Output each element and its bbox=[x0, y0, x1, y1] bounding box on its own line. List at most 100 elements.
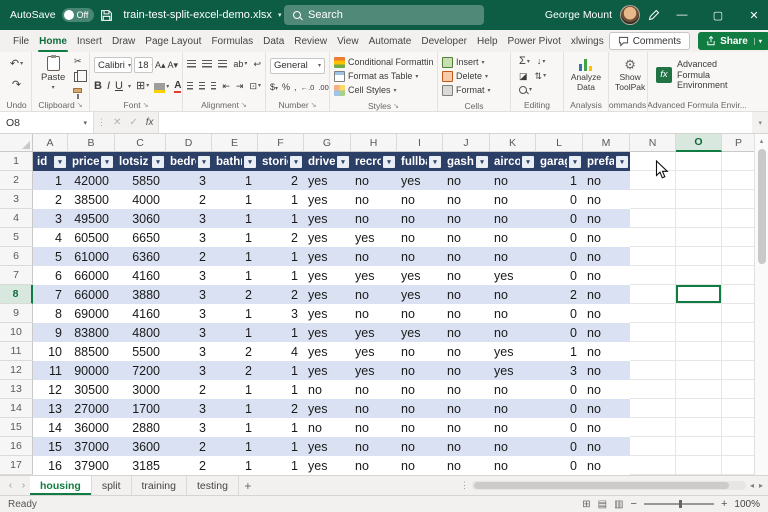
cell-M8[interactable]: no bbox=[583, 285, 630, 304]
cell-I2[interactable]: yes bbox=[397, 171, 443, 190]
cell-K8[interactable]: no bbox=[490, 285, 536, 304]
cell-J15[interactable]: no bbox=[443, 418, 490, 437]
cell-A13[interactable]: 12 bbox=[33, 380, 68, 399]
cell-H7[interactable]: yes bbox=[351, 266, 397, 285]
cell-J2[interactable]: no bbox=[443, 171, 490, 190]
cell-J5[interactable]: no bbox=[443, 228, 490, 247]
cell-F2[interactable]: 2 bbox=[258, 171, 304, 190]
wrap-text-icon[interactable]: ↩ bbox=[253, 60, 261, 69]
cell-I3[interactable]: no bbox=[397, 190, 443, 209]
cell-K2[interactable]: no bbox=[490, 171, 536, 190]
column-header-B[interactable]: B bbox=[68, 134, 115, 152]
cell-B7[interactable]: 66000 bbox=[68, 266, 115, 285]
increase-font-icon[interactable]: A▴ bbox=[155, 61, 166, 70]
ribbon-tab-view[interactable]: View bbox=[332, 30, 364, 52]
cell-F13[interactable]: 1 bbox=[258, 380, 304, 399]
cell-B16[interactable]: 37000 bbox=[68, 437, 115, 456]
cell-A15[interactable]: 14 bbox=[33, 418, 68, 437]
cell-M3[interactable]: no bbox=[583, 190, 630, 209]
cell-B3[interactable]: 38500 bbox=[68, 190, 115, 209]
cell-E14[interactable]: 1 bbox=[212, 399, 258, 418]
cell-B1[interactable]: price▾ bbox=[68, 152, 115, 171]
row-header-3[interactable]: 3 bbox=[0, 190, 33, 209]
cell-D15[interactable]: 3 bbox=[166, 418, 212, 437]
cell-B13[interactable]: 30500 bbox=[68, 380, 115, 399]
cell-J6[interactable]: no bbox=[443, 247, 490, 266]
merge-center-button[interactable]: ⊡▾ bbox=[249, 82, 261, 91]
cell-B12[interactable]: 90000 bbox=[68, 361, 115, 380]
insert-cells-button[interactable]: Insert▾ bbox=[442, 55, 506, 69]
cell-B10[interactable]: 83800 bbox=[68, 323, 115, 342]
filter-button-gashw[interactable]: ▾ bbox=[476, 156, 488, 168]
top-align-icon[interactable] bbox=[187, 60, 196, 68]
cell-M14[interactable]: no bbox=[583, 399, 630, 418]
ribbon-tab-file[interactable]: File bbox=[8, 30, 34, 52]
cell-P12[interactable] bbox=[722, 361, 754, 380]
cell-H3[interactable]: no bbox=[351, 190, 397, 209]
cell-O13[interactable] bbox=[676, 380, 722, 399]
filter-button-price[interactable]: ▾ bbox=[101, 156, 113, 168]
filter-button-bathr[interactable]: ▾ bbox=[244, 156, 256, 168]
title-chevron-icon[interactable]: ▾ bbox=[278, 11, 282, 19]
cell-F9[interactable]: 3 bbox=[258, 304, 304, 323]
cell-I5[interactable]: no bbox=[397, 228, 443, 247]
format-as-table-button[interactable]: Format as Table▾ bbox=[334, 69, 433, 83]
scroll-right-icon[interactable]: ▸ bbox=[758, 481, 764, 490]
cell-N8[interactable] bbox=[630, 285, 676, 304]
cell-E9[interactable]: 1 bbox=[212, 304, 258, 323]
cell-A6[interactable]: 5 bbox=[33, 247, 68, 266]
pencil-icon[interactable] bbox=[648, 9, 660, 21]
column-header-P[interactable]: P bbox=[722, 134, 754, 152]
cell-M6[interactable]: no bbox=[583, 247, 630, 266]
cell-N4[interactable] bbox=[630, 209, 676, 228]
cell-H1[interactable]: recro▾ bbox=[351, 152, 397, 171]
save-button[interactable] bbox=[100, 9, 113, 22]
cell-L16[interactable]: 0 bbox=[536, 437, 583, 456]
cell-J13[interactable]: no bbox=[443, 380, 490, 399]
cell-O15[interactable] bbox=[676, 418, 722, 437]
cell-A9[interactable]: 8 bbox=[33, 304, 68, 323]
cell-E12[interactable]: 2 bbox=[212, 361, 258, 380]
cell-N15[interactable] bbox=[630, 418, 676, 437]
zoom-knob[interactable] bbox=[679, 500, 682, 508]
cell-M15[interactable]: no bbox=[583, 418, 630, 437]
user-name[interactable]: George Mount bbox=[545, 9, 612, 21]
zoom-level[interactable]: 100% bbox=[734, 499, 760, 510]
normal-view-button[interactable]: ⊞ bbox=[582, 499, 590, 510]
cell-I13[interactable]: no bbox=[397, 380, 443, 399]
cell-K10[interactable]: no bbox=[490, 323, 536, 342]
underline-button[interactable]: U bbox=[115, 81, 123, 92]
cell-F4[interactable]: 1 bbox=[258, 209, 304, 228]
title-filename[interactable]: train-test-split-excel-demo.xlsx bbox=[123, 9, 272, 21]
decrease-font-icon[interactable]: A▾ bbox=[167, 61, 178, 70]
sheet-nav-left-icon[interactable]: ‹ bbox=[4, 476, 17, 495]
cell-P7[interactable] bbox=[722, 266, 754, 285]
middle-align-icon[interactable] bbox=[202, 60, 211, 68]
fill-color-button[interactable]: ▾ bbox=[154, 83, 169, 90]
cell-M1[interactable]: prefa▾ bbox=[583, 152, 630, 171]
cell-D11[interactable]: 3 bbox=[166, 342, 212, 361]
cell-A4[interactable]: 3 bbox=[33, 209, 68, 228]
cell-M17[interactable]: no bbox=[583, 456, 630, 475]
share-chevron-icon[interactable]: ▾ bbox=[754, 38, 762, 45]
decrease-indent-icon[interactable]: ⇤ bbox=[222, 82, 230, 91]
close-button[interactable]: ✕ bbox=[740, 0, 768, 30]
cell-M10[interactable]: no bbox=[583, 323, 630, 342]
cell-K16[interactable]: no bbox=[490, 437, 536, 456]
cell-M5[interactable]: no bbox=[583, 228, 630, 247]
cell-K7[interactable]: yes bbox=[490, 266, 536, 285]
cell-E13[interactable]: 1 bbox=[212, 380, 258, 399]
cell-H17[interactable]: no bbox=[351, 456, 397, 475]
row-header-6[interactable]: 6 bbox=[0, 247, 33, 266]
cell-C7[interactable]: 4160 bbox=[115, 266, 166, 285]
cell-G1[interactable]: drive▾ bbox=[304, 152, 351, 171]
column-header-O[interactable]: O bbox=[676, 134, 722, 152]
filter-button-recro[interactable]: ▾ bbox=[383, 156, 395, 168]
percent-button[interactable]: % bbox=[282, 82, 290, 92]
cell-I14[interactable]: no bbox=[397, 399, 443, 418]
zoom-out-button[interactable]: − bbox=[631, 498, 637, 510]
cell-K12[interactable]: yes bbox=[490, 361, 536, 380]
cell-J7[interactable]: no bbox=[443, 266, 490, 285]
ribbon-tab-home[interactable]: Home bbox=[34, 30, 72, 52]
sheet-tab-testing[interactable]: testing bbox=[187, 476, 239, 495]
